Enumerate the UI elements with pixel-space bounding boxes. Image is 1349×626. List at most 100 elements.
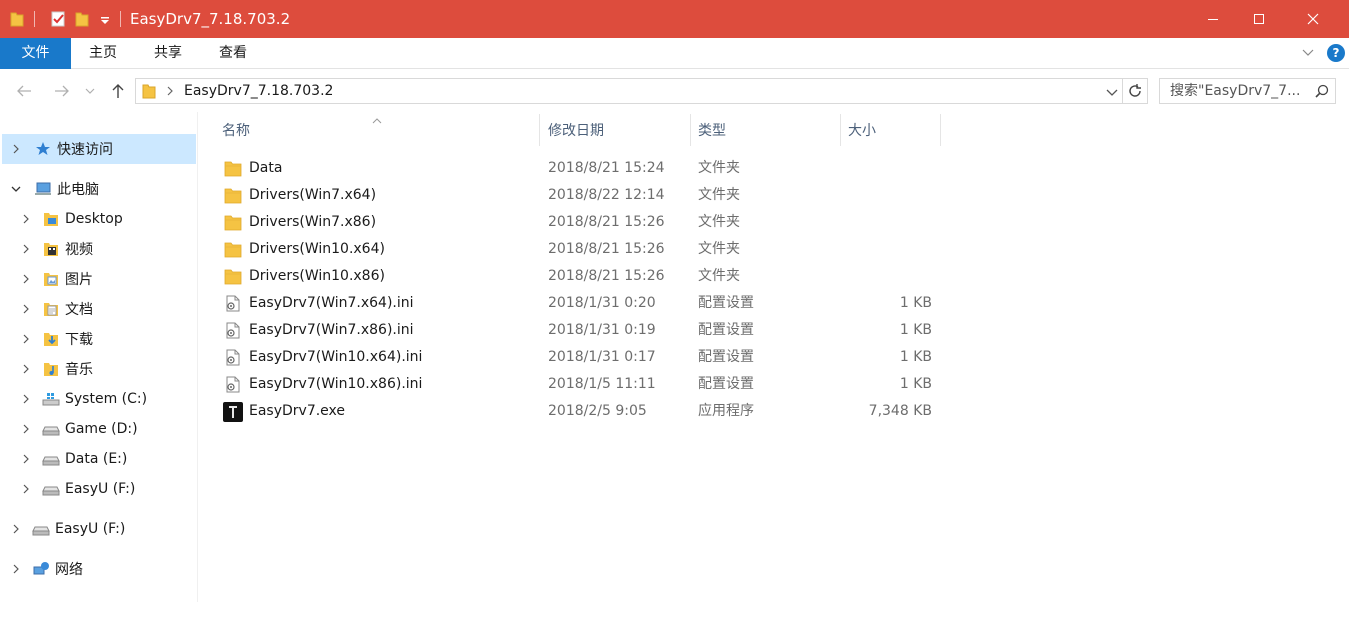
tab-file[interactable]: 文件 <box>0 38 71 69</box>
star-icon <box>34 141 52 157</box>
folder-icon <box>224 160 242 177</box>
file-row[interactable]: Drivers(Win7.x86) 2018/8/21 15:26 文件夹 <box>222 209 942 236</box>
chevron-right-icon[interactable] <box>20 273 32 285</box>
file-name: EasyDrv7(Win7.x86).ini <box>249 322 414 338</box>
drive-icon <box>32 521 50 537</box>
folder-icon <box>224 214 242 231</box>
search-input[interactable]: 搜索"EasyDrv7_7... <box>1170 79 1300 103</box>
chevron-right-icon[interactable] <box>20 393 32 405</box>
recent-locations-button[interactable] <box>82 79 98 103</box>
file-row[interactable]: EasyDrv7(Win7.x64).ini 2018/1/31 0:20 配置设置… <box>222 290 942 317</box>
nav-item-easyu-f-root[interactable]: EasyU (F:) <box>2 514 196 544</box>
nav-item-this-pc[interactable]: 此电脑 <box>2 174 196 204</box>
file-date: 2018/8/21 15:26 <box>548 268 665 284</box>
file-row[interactable]: EasyDrv7.exe 2018/2/5 9:05 应用程序 7,348 KB <box>222 398 942 425</box>
chevron-right-icon[interactable] <box>10 523 22 535</box>
chevron-right-icon[interactable] <box>20 303 32 315</box>
maximize-button[interactable] <box>1236 0 1282 38</box>
file-date: 2018/8/21 15:26 <box>548 214 665 230</box>
nav-item-documents[interactable]: 文档 <box>2 294 196 324</box>
nav-item-downloads[interactable]: 下载 <box>2 324 196 354</box>
back-button[interactable] <box>12 79 36 103</box>
nav-label: System (C:) <box>65 391 148 407</box>
ini-file-icon <box>224 322 242 339</box>
address-dropdown-icon[interactable] <box>1106 86 1118 102</box>
breadcrumb-chevron-icon[interactable] <box>166 85 174 101</box>
forward-button[interactable] <box>50 79 74 103</box>
file-size <box>848 182 932 209</box>
chevron-right-icon[interactable] <box>20 453 32 465</box>
breadcrumb[interactable]: EasyDrv7_7.18.703.2 <box>184 79 333 103</box>
file-size <box>848 263 932 290</box>
drive-icon <box>42 451 60 467</box>
file-row[interactable]: EasyDrv7(Win10.x64).ini 2018/1/31 0:17 配置设… <box>222 344 942 371</box>
ini-file-icon <box>224 349 242 366</box>
tab-share[interactable]: 共享 <box>148 38 188 69</box>
nav-item-videos[interactable]: 视频 <box>2 234 196 264</box>
chevron-right-icon[interactable] <box>10 143 22 155</box>
search-icon[interactable] <box>1315 84 1329 102</box>
music-folder-icon <box>42 361 60 377</box>
nav-item-network[interactable]: 网络 <box>2 554 196 584</box>
file-size: 1 KB <box>899 376 932 392</box>
chevron-right-icon[interactable] <box>20 333 32 345</box>
nav-item-easyu-f[interactable]: EasyU (F:) <box>2 474 196 504</box>
file-row[interactable]: EasyDrv7(Win7.x86).ini 2018/1/31 0:19 配置设置… <box>222 317 942 344</box>
chevron-right-icon[interactable] <box>20 213 32 225</box>
file-row[interactable]: Data 2018/8/21 15:24 文件夹 <box>222 155 942 182</box>
nav-item-quick-access[interactable]: 快速访问 <box>2 134 196 164</box>
drive-icon <box>42 421 60 437</box>
file-size: 1 KB <box>899 295 932 311</box>
chevron-right-icon[interactable] <box>20 243 32 255</box>
chevron-right-icon[interactable] <box>20 483 32 495</box>
nav-item-pictures[interactable]: 图片 <box>2 264 196 294</box>
video-folder-icon <box>42 241 60 257</box>
chevron-right-icon[interactable] <box>20 363 32 375</box>
file-date: 2018/1/31 0:20 <box>548 295 656 311</box>
network-icon <box>32 561 50 577</box>
file-row[interactable]: Drivers(Win10.x86) 2018/8/21 15:26 文件夹 <box>222 263 942 290</box>
file-type: 配置设置 <box>698 376 754 392</box>
expand-ribbon-icon[interactable] <box>1301 47 1315 63</box>
column-header-size[interactable]: 大小 <box>848 118 938 144</box>
nav-label: 下载 <box>65 332 93 348</box>
nav-item-desktop[interactable]: Desktop <box>2 204 196 234</box>
file-size <box>848 209 932 236</box>
exe-file-icon <box>223 402 243 422</box>
drive-icon <box>42 481 60 497</box>
file-row[interactable]: EasyDrv7(Win10.x86).ini 2018/1/5 11:11 配置设… <box>222 371 942 398</box>
chevron-right-icon[interactable] <box>20 423 32 435</box>
chevron-down-icon[interactable] <box>10 183 22 195</box>
column-header-name[interactable]: 名称 <box>222 118 532 144</box>
nav-item-music[interactable]: 音乐 <box>2 354 196 384</box>
customize-quick-access-icon[interactable] <box>100 14 110 30</box>
tab-view[interactable]: 查看 <box>213 38 253 69</box>
file-name: EasyDrv7(Win7.x64).ini <box>249 295 414 311</box>
properties-icon[interactable] <box>50 11 66 31</box>
nav-label: 网络 <box>55 562 83 578</box>
file-row[interactable]: Drivers(Win10.x64) 2018/8/21 15:26 文件夹 <box>222 236 942 263</box>
folder-icon <box>224 268 242 285</box>
nav-label: 音乐 <box>65 362 93 378</box>
file-name: Drivers(Win7.x86) <box>249 214 377 230</box>
help-button[interactable]: ? <box>1327 44 1345 62</box>
file-name: Drivers(Win10.x86) <box>249 268 385 284</box>
nav-item-system-c[interactable]: System (C:) <box>2 384 196 414</box>
search-box[interactable]: 搜索"EasyDrv7_7... <box>1159 78 1336 104</box>
nav-item-data-e[interactable]: Data (E:) <box>2 444 196 474</box>
chevron-right-icon[interactable] <box>10 563 22 575</box>
column-header-date[interactable]: 修改日期 <box>548 118 688 144</box>
up-button[interactable] <box>106 79 130 103</box>
nav-item-game-d[interactable]: Game (D:) <box>2 414 196 444</box>
close-button[interactable] <box>1290 0 1336 38</box>
minimize-button[interactable] <box>1190 0 1236 38</box>
new-folder-icon[interactable] <box>75 11 89 31</box>
tab-home[interactable]: 主页 <box>83 38 123 69</box>
file-row[interactable]: Drivers(Win7.x64) 2018/8/22 12:14 文件夹 <box>222 182 942 209</box>
address-bar[interactable]: EasyDrv7_7.18.703.2 <box>135 78 1123 104</box>
documents-folder-icon <box>42 301 60 317</box>
column-header-type[interactable]: 类型 <box>698 118 838 144</box>
status-area <box>0 602 1349 626</box>
ini-file-icon <box>224 376 242 393</box>
refresh-button[interactable] <box>1123 78 1148 104</box>
